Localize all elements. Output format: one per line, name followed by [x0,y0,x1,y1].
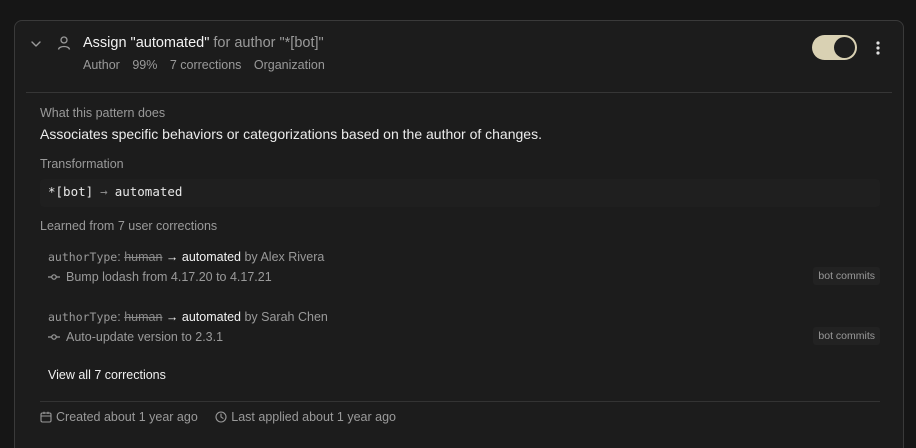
transformation-from: *[bot] [48,184,94,199]
last-applied-info: Last applied about 1 year ago [215,410,396,424]
meta-scope: Organization [253,58,325,72]
correction-old-value: human [124,310,163,324]
created-text: Created about 1 year ago [56,410,198,424]
calendar-icon [40,411,52,423]
pattern-title-suffix: for author "*[bot]" [213,35,324,51]
correction-author: by Alex Rivera [244,250,325,264]
created-info: Created about 1 year ago [40,410,198,424]
pattern-description: Associates specific behaviors or categor… [40,126,542,142]
correction-commit: Auto-update version to 2.3.1 [48,330,223,344]
user-icon [57,36,71,50]
commit-message: Bump lodash from 4.17.20 to 4.17.21 [66,270,272,284]
correction-field: authorType [48,310,118,324]
pattern-meta: Author 99% 7 corrections Organization [83,58,334,72]
correction-field: authorType [48,250,118,264]
commit-icon [48,334,60,340]
arrow-right-icon: → [165,250,179,264]
clock-icon [215,411,227,423]
toggle-knob [834,37,855,58]
correction-change: authorType: human → automated by Sarah C… [48,310,328,324]
meta-confidence: 99% [132,58,158,72]
correction-change: authorType: human → automated by Alex Ri… [48,250,325,264]
correction-new-value: automated [181,250,241,264]
transformation-box: *[bot] → automated [40,179,880,207]
what-label: What this pattern does [40,106,166,120]
pattern-title: Assign "automated" for author "*[bot]" [83,35,324,51]
chevron-down-icon[interactable] [29,37,43,51]
pattern-footer: Created about 1 year ago Last applied ab… [40,410,410,424]
commit-icon [48,274,60,280]
transformation-to: automated [114,184,183,199]
transformation-label: Transformation [40,157,124,171]
enable-toggle[interactable] [812,35,857,60]
arrow-right-icon: → [165,310,179,324]
correction-commit: Bump lodash from 4.17.20 to 4.17.21 [48,270,272,284]
last-applied-text: Last applied about 1 year ago [231,410,396,424]
correction-tag: bot commits [813,267,880,285]
pattern-header[interactable]: Assign "automated" for author "*[bot]" A… [15,21,903,93]
header-divider [26,92,892,93]
more-options-icon[interactable] [871,39,885,57]
pattern-card: Assign "automated" for author "*[bot]" A… [14,20,904,448]
learned-label: Learned from 7 user corrections [40,219,218,233]
view-all-corrections-link[interactable]: View all 7 corrections [48,368,166,382]
correction-new-value: automated [181,310,241,324]
correction-item[interactable]: authorType: human → automated by Alex Ri… [40,250,880,302]
commit-message: Auto-update version to 2.3.1 [66,330,224,344]
correction-author: by Sarah Chen [244,310,328,324]
meta-corrections-count: 7 corrections [169,58,242,72]
meta-type: Author [83,58,120,72]
pattern-title-main: Assign "automated" [83,35,210,51]
correction-item[interactable]: authorType: human → automated by Sarah C… [40,310,880,362]
arrow-right-icon: → [100,184,108,199]
footer-divider [40,401,880,402]
correction-old-value: human [124,250,163,264]
correction-tag: bot commits [813,327,880,345]
